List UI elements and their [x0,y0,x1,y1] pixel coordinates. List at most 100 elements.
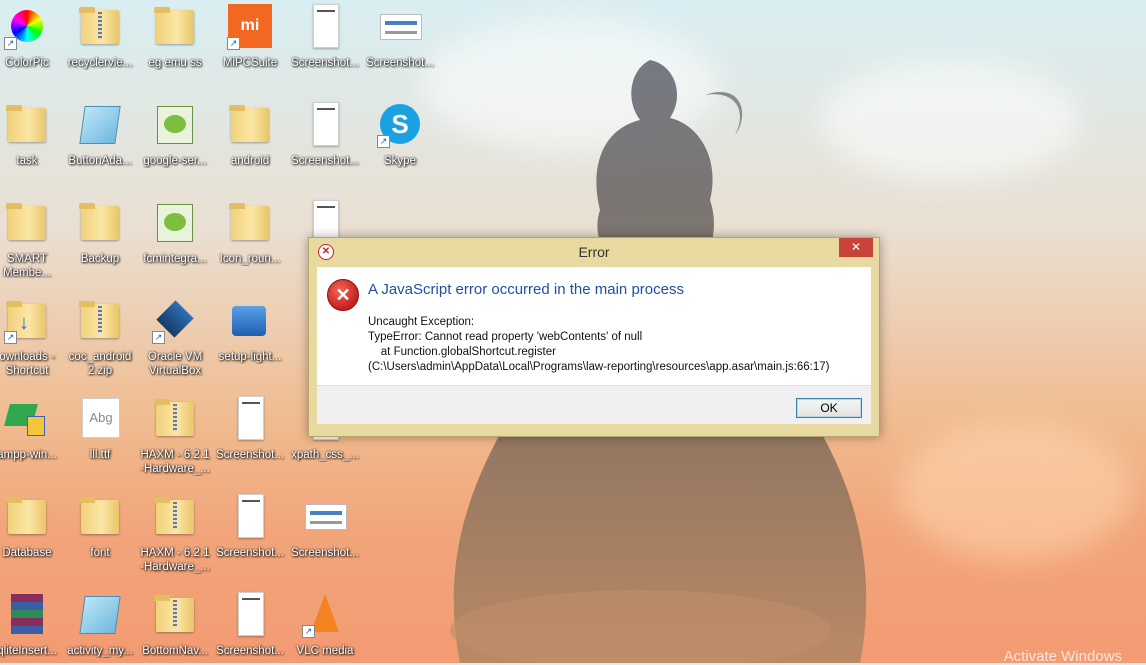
desktop-icon-label: xpath_css_... [291,449,359,461]
error-details: Uncaught Exception: TypeError: Cannot re… [368,316,830,373]
desktop-icon[interactable]: fcmintegra... [138,200,212,266]
desktop-icon[interactable]: task [0,102,64,168]
dialog-content: A JavaScript error occurred in the main … [317,267,871,385]
notepad-icon [78,592,122,636]
desktop-icon-label: VLC media [296,645,354,657]
vbox-icon: ↗ [152,298,197,344]
desktop-icon[interactable]: coc_android 2.zip [63,298,137,378]
desktop-icon-label: google-ser... [143,155,207,167]
desktop-icon-label: activity_my... [67,645,133,657]
doc-icon [228,396,272,440]
zip-icon [153,494,197,538]
desktop-icon-label: qliteInsert... [0,645,57,657]
desktop-icon[interactable]: Screenshot... [288,494,362,560]
desktop-icon[interactable]: Screenshot... [213,592,287,658]
desktop-icon-label: ownloads - Shortcut [0,351,55,377]
error-dialog: Error ✕ A JavaScript error occurred in t… [308,237,880,437]
desktop-icon-label: android [230,155,270,167]
desktop-icon[interactable]: S ↗ Skype [363,102,437,168]
doc-icon [228,494,272,538]
desktop-icon[interactable]: Database [0,494,64,560]
folder-icon [78,494,122,538]
desktop-icon-label: BottomNav... [142,645,208,657]
desktop-icon[interactable]: setup-light... [213,298,287,364]
frog-icon [153,200,197,244]
desktop-icon[interactable]: android [213,102,287,168]
folder-icon [5,102,49,146]
xampp-icon [4,396,49,440]
desktop-icon[interactable]: ↗ VLC media [288,592,362,658]
desktop-icon-label: Database [2,547,52,559]
folder-icon [5,494,49,538]
desktop-icon-label: Screenshot... [366,57,434,69]
desktop-icon[interactable]: BottomNav... [138,592,212,658]
zip-icon [78,298,122,342]
zip-icon [153,396,197,440]
desktop-icon[interactable]: qliteInsert... [0,592,64,658]
desktop-icon[interactable]: HAXM - 6.2.1 -Hardware_... [138,494,212,574]
folder-icon [153,4,197,48]
folder-icon [228,102,272,146]
desktop-icon-label: setup-light... [218,351,282,363]
desktop-icon[interactable]: Screenshot... [288,4,362,70]
desktop-icon[interactable]: Screenshot... [213,396,287,462]
error-main-message: A JavaScript error occurred in the main … [368,281,684,298]
desktop-icon-label: Icon_roun... [219,253,281,265]
close-button[interactable]: ✕ [839,238,873,257]
desktop-icon-label: MiPCSuite [222,57,278,69]
zip-icon [78,4,122,48]
desktop-icon-label: eg emu ss [148,57,202,69]
frog-icon [153,102,197,146]
desktop-icon-label: Skype [384,155,416,167]
desktop-icon[interactable]: Screenshot... [213,494,287,560]
desktop-icon-label: ButtonAda... [68,155,132,167]
desktop-icon[interactable]: ↗ ColorPic [0,4,64,70]
desktop-icon[interactable]: SMART Membe... [0,200,64,280]
folder-icon [78,200,122,244]
desktop-icon[interactable]: Screenshot... [363,4,437,70]
desktop-icon[interactable]: HAXM - 6.2.1 -Hardware_... [138,396,212,476]
desktop-icon-label: Screenshot... [291,57,359,69]
skype-icon: S ↗ [377,102,422,148]
desktop-icon[interactable]: mi ↗ MiPCSuite [213,4,287,70]
ok-button[interactable]: OK [796,398,862,418]
desktop-icon-label: Screenshot... [216,645,284,657]
desktop-icon[interactable]: ButtonAda... [63,102,137,168]
desktop-icon-label: HAXM - 6.2.1 -Hardware_... [140,547,210,573]
desktop-icon-label: HAXM - 6.2.1 -Hardware_... [140,449,210,475]
desktop-icon-label: fcmintegra... [143,253,207,265]
shortcut-icon: ↓ ↗ [4,298,49,344]
desktop-icon-label: Backup [80,253,120,265]
desktop-icon-label: Screenshot... [291,155,359,167]
desktop-icon[interactable]: font [63,494,137,560]
desktop-icon[interactable]: recyclervie... [63,4,137,70]
dialog-title-bar[interactable]: Error ✕ [309,238,879,266]
desktop-icon-label: lll.ttf [89,449,111,461]
desktop-icon[interactable]: google-ser... [138,102,212,168]
desktop-icon[interactable]: Screenshot... [288,102,362,168]
desktop-icon-label: font [90,547,110,559]
desktop-icon[interactable]: ↗ Oracle VM VirtualBox [138,298,212,378]
desktop-icon[interactable]: activity_my... [63,592,137,658]
doc-icon [228,592,272,636]
activate-windows-watermark: Activate Windows [1003,648,1122,665]
desktop-icon[interactable]: Icon_roun... [213,200,287,266]
desktop-icon-label: SMART Membe... [3,253,51,279]
dialog-title: Error [578,244,610,260]
desktop-icon[interactable]: Backup [63,200,137,266]
desktop-icon[interactable]: eg emu ss [138,4,212,70]
error-icon [327,279,359,311]
img-icon [378,4,422,48]
font-icon: Abg [78,396,122,440]
setup-icon [228,298,272,342]
desktop-icon-label: Screenshot... [216,449,284,461]
desktop-icon[interactable]: ampp-win... [0,396,64,462]
dialog-footer: OK [317,385,871,424]
desktop-icon-label: ampp-win... [0,449,57,461]
desktop-icon-label: coc_android 2.zip [68,351,132,377]
desktop-icon-label: recyclervie... [67,57,133,69]
desktop-icon[interactable]: ↓ ↗ ownloads - Shortcut [0,298,64,378]
notepad-icon [78,102,122,146]
app-icon: ↗ [4,4,49,50]
desktop-icon[interactable]: Abg lll.ttf [63,396,137,462]
